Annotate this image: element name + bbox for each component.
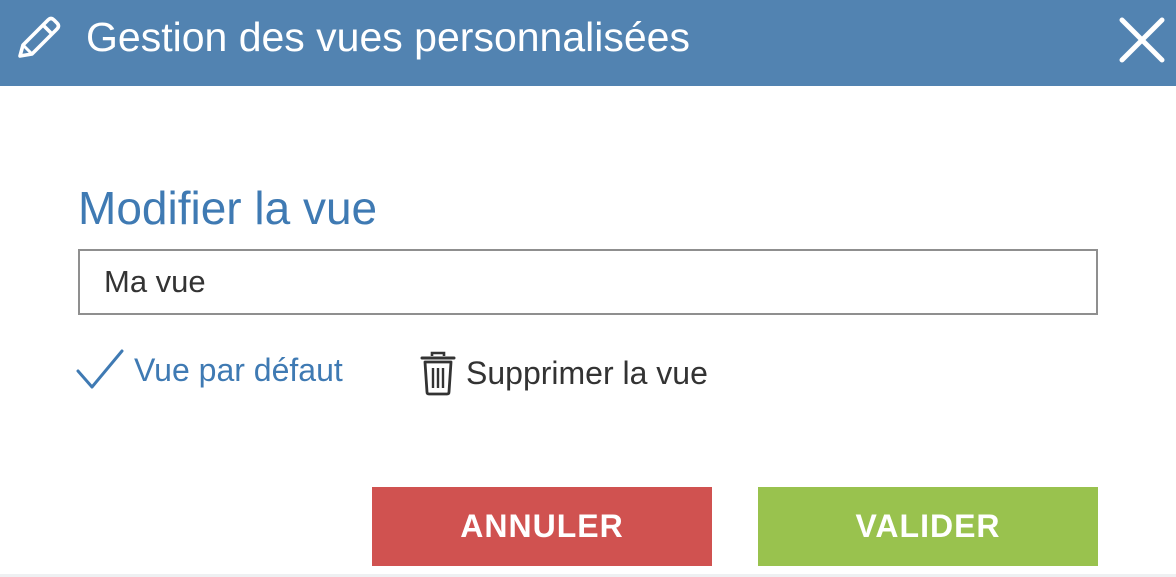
dialog-header: Gestion des vues personnalisées [0,0,1176,86]
pencil-icon [18,16,61,58]
trash-icon [420,351,456,396]
view-name-input[interactable] [78,249,1098,315]
section-title: Modifier la vue [78,182,378,234]
default-view-label: Vue par défaut [134,351,343,388]
custom-views-dialog: Gestion des vues personnalisées Modifier… [0,0,1176,577]
dialog-title: Gestion des vues personnalisées [86,14,690,60]
checkmark-icon [76,349,124,389]
cancel-button[interactable]: ANNULER [372,487,712,566]
close-icon[interactable] [1116,14,1168,66]
validate-button[interactable]: VALIDER [758,487,1098,566]
default-view-toggle[interactable]: Vue par défaut [76,344,343,396]
delete-view-button[interactable]: Supprimer la vue [418,348,708,398]
delete-view-label: Supprimer la vue [466,354,708,391]
